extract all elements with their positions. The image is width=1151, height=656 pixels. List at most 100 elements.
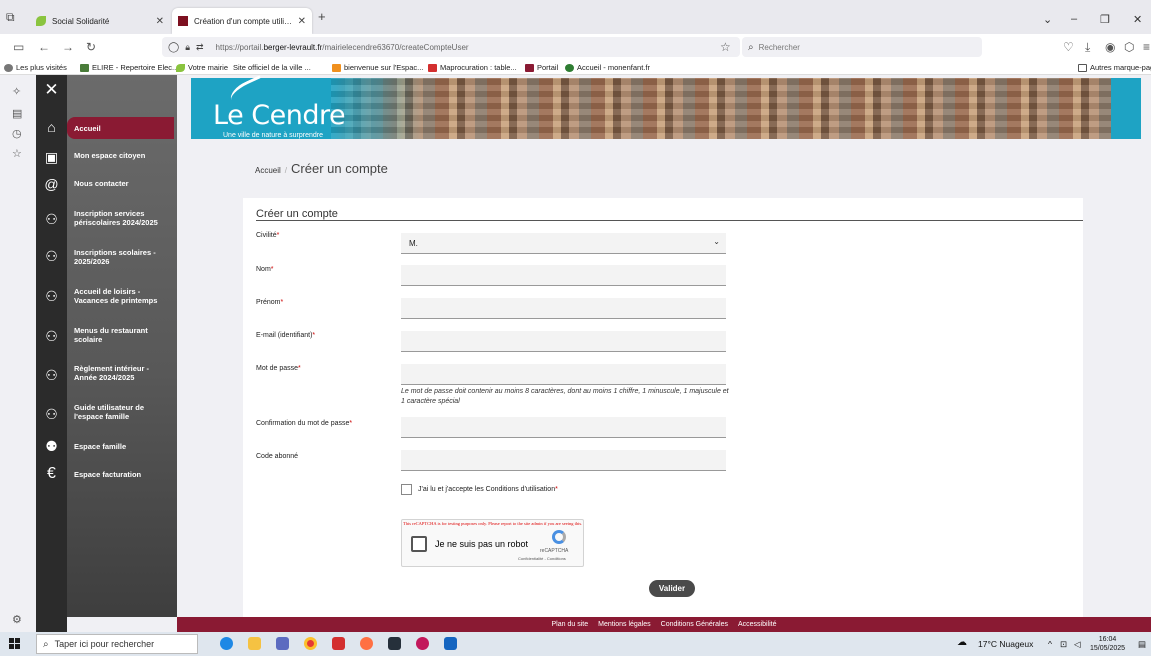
tab-overview-icon[interactable]: ⧉ <box>6 10 15 24</box>
downloads-icon[interactable]: ⤓ <box>1085 40 1090 54</box>
recaptcha-checkbox[interactable] <box>411 536 427 552</box>
windows-start-icon[interactable] <box>9 638 20 649</box>
sidebar-item-espace-facturation[interactable]: Espace facturation <box>67 470 177 479</box>
family-icon[interactable]: ⚉ <box>36 437 67 455</box>
pocket-icon[interactable]: ♡ <box>1063 40 1074 54</box>
file-explorer-icon[interactable] <box>248 637 261 650</box>
weather-text[interactable]: 17°C Nuageux <box>978 639 1033 649</box>
sidebar-item-periscolaires[interactable]: Inscription services périscolaires 2024/… <box>67 209 167 227</box>
chrome-app-icon[interactable] <box>304 637 317 650</box>
tab-creation-compte[interactable]: Création d'un compte utilisateur ✕ <box>172 8 312 34</box>
bookmark-item[interactable]: Votre mairie <box>176 63 228 72</box>
people-icon[interactable]: ⚇ <box>36 366 67 384</box>
sidebar-item-menus-restaurant[interactable]: Menus du restaurant scolaire <box>67 326 167 344</box>
back-icon[interactable]: ← <box>38 40 50 54</box>
taskbar-clock[interactable]: 16:04 15/05/2025 <box>1090 635 1125 653</box>
footer-link-accessibilite[interactable]: Accessibilité <box>738 621 777 628</box>
restore-icon[interactable]: ❐ <box>1100 13 1110 26</box>
new-tab-button[interactable]: + <box>318 10 326 24</box>
sidebar-item-accueil[interactable]: Accueil <box>67 117 174 139</box>
people-icon[interactable]: ⚇ <box>36 247 67 265</box>
recaptcha-widget[interactable]: This reCAPTCHA is for testing purposes o… <box>401 519 584 567</box>
network-icon[interactable]: ⊡ <box>1060 639 1067 650</box>
bookmark-item[interactable]: Site officiel de la ville ... <box>233 63 311 72</box>
permissions-icon[interactable]: ⇄ <box>196 42 204 53</box>
bookmark-item[interactable]: Accueil - monenfant.fr <box>565 63 650 72</box>
sidebar-item-nous-contacter[interactable]: Nous contacter <box>67 179 177 188</box>
search-box[interactable]: ⌕ Rechercher <box>742 37 982 57</box>
civilite-select[interactable]: M. ⌄ <box>401 233 726 254</box>
menu-icon[interactable]: ≡ <box>1143 40 1150 54</box>
notifications-icon[interactable]: ▤ <box>1138 639 1146 650</box>
bookmark-favicon-icon <box>80 63 89 72</box>
close-menu-icon[interactable]: ✕ <box>36 81 67 99</box>
email-field[interactable] <box>401 331 726 352</box>
app-icon[interactable] <box>416 637 429 650</box>
close-window-icon[interactable]: ✕ <box>1133 13 1142 26</box>
ai-chat-icon[interactable]: ✧ <box>12 85 21 98</box>
footer-link-plan[interactable]: Plan du site <box>552 621 589 628</box>
sidebar-item-mon-espace-citoyen[interactable]: Mon espace citoyen <box>67 151 177 160</box>
breadcrumb-home-link[interactable]: Accueil <box>255 166 281 175</box>
home-icon[interactable]: ⌂ <box>36 118 67 136</box>
address-bar[interactable]: ◯ 🔒︎ ⇄ https://portail.berger-levrault.f… <box>162 37 740 57</box>
euro-icon[interactable]: € <box>36 465 67 483</box>
settings-icon[interactable]: ⚙ <box>12 613 22 626</box>
reload-icon[interactable]: ↻ <box>86 40 96 54</box>
weather-icon[interactable]: ☁ <box>957 637 967 648</box>
people-icon[interactable]: ⚇ <box>36 210 67 228</box>
app-icon[interactable] <box>388 637 401 650</box>
volume-icon[interactable]: ◁ <box>1074 639 1081 650</box>
cgu-checkbox[interactable] <box>401 484 412 495</box>
bookmark-star-icon[interactable]: ☆ <box>720 40 731 54</box>
tab-social-solidarite[interactable]: Social Solidarité ✕ <box>30 8 170 34</box>
sidebar-item-inscriptions-scolaires[interactable]: Inscriptions scolaires - 2025/2026 <box>67 248 167 266</box>
people-icon[interactable]: ⚇ <box>36 287 67 305</box>
extensions-icon[interactable]: ⬡ <box>1124 40 1134 54</box>
tray-overflow-icon[interactable]: ^ <box>1048 639 1052 649</box>
sidebar-item-guide-utilisateur[interactable]: Guide utilisateur de l'espace famille <box>67 403 167 421</box>
bookmark-item[interactable]: Les plus visités <box>4 63 67 72</box>
password-field[interactable] <box>401 364 726 385</box>
code-abonne-field[interactable] <box>401 450 726 471</box>
lock-icon[interactable]: 🔒︎ <box>185 42 190 53</box>
prenom-field[interactable] <box>401 298 726 319</box>
bookmarks-icon[interactable]: ☆ <box>12 147 22 160</box>
acrobat-app-icon[interactable] <box>332 637 345 650</box>
shield-icon[interactable]: ◯ <box>168 42 179 53</box>
bookmark-item[interactable]: ELIRE - Repertoire Elec... <box>80 63 178 72</box>
word-app-icon[interactable] <box>444 637 457 650</box>
password-confirm-field[interactable] <box>401 417 726 438</box>
sidebar-item-accueil-loisirs[interactable]: Accueil de loisirs - Vacances de printem… <box>67 287 172 305</box>
nom-field[interactable] <box>401 265 726 286</box>
minimize-icon[interactable]: – <box>1071 13 1077 25</box>
tab-list-icon[interactable]: ⌄ <box>1043 13 1052 26</box>
firefox-app-icon[interactable] <box>360 637 373 650</box>
id-card-icon[interactable]: ▣ <box>36 148 67 166</box>
footer-link-conditions[interactable]: Conditions Générales <box>661 621 728 628</box>
people-icon[interactable]: ⚇ <box>36 327 67 345</box>
other-bookmarks[interactable]: Autres marque-pag <box>1078 63 1151 72</box>
cgu-checkbox-row[interactable]: J'ai lu et j'accepte les Conditions d'ut… <box>401 484 558 495</box>
history-icon[interactable]: ◷ <box>12 127 22 140</box>
header-banner[interactable]: Le Cendre Une ville de nature à surprend… <box>191 75 1141 139</box>
account-icon[interactable]: ◉ <box>1105 40 1115 54</box>
teams-app-icon[interactable] <box>276 637 289 650</box>
edge-app-icon[interactable] <box>220 637 233 650</box>
sidebar-item-espace-famille[interactable]: Espace famille <box>67 442 177 451</box>
sidebar-item-reglement-interieur[interactable]: Règlement intérieur - Année 2024/2025 <box>67 364 167 382</box>
people-icon[interactable]: ⚇ <box>36 405 67 423</box>
bookmark-item[interactable]: bienvenue sur l'Espac... <box>332 63 423 72</box>
bookmark-item[interactable]: Portail <box>525 63 558 72</box>
sidebar-toggle-icon[interactable]: ▭ <box>13 40 24 54</box>
forward-icon[interactable]: → <box>62 40 74 54</box>
valider-button[interactable]: Valider <box>649 580 695 597</box>
at-icon[interactable]: @ <box>36 175 67 193</box>
bookmark-item[interactable]: Maprocuration : table... <box>428 63 517 72</box>
close-tab-icon[interactable]: ✕ <box>298 16 306 27</box>
tabs-icon[interactable]: ▤ <box>12 107 22 120</box>
close-tab-icon[interactable]: ✕ <box>156 16 164 27</box>
taskbar-search-box[interactable]: ⌕ Taper ici pour rechercher <box>36 634 198 654</box>
recaptcha-terms-link[interactable]: Confidentialité - Conditions <box>518 556 566 561</box>
footer-link-mentions[interactable]: Mentions légales <box>598 621 651 628</box>
